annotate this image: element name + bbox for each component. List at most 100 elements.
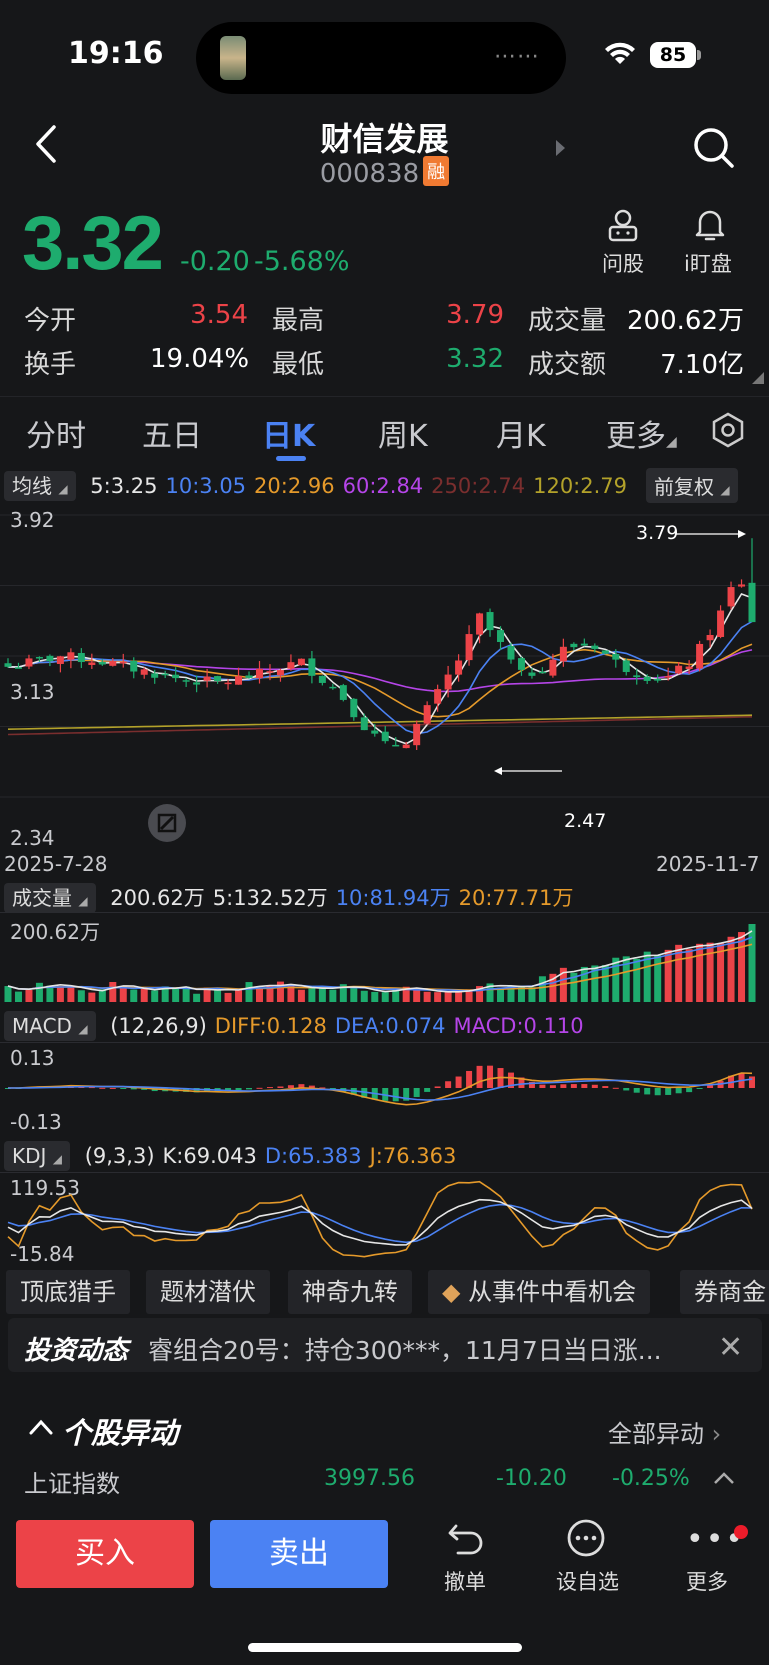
candle-body [549,659,557,676]
tab-five-day[interactable]: 五日 [142,411,202,455]
feature-broker[interactable]: 券商金 [680,1270,769,1314]
chevron-up-icon[interactable] [712,1470,736,1486]
candle-body [109,661,117,666]
high-marker-label: 3.79 [636,522,679,544]
volume-selector[interactable]: 成交量 ◢ [4,883,96,913]
candle-body [696,643,704,669]
volume-bar [371,991,379,1002]
candle-body [727,587,735,607]
candle-body [381,731,389,742]
volume-bar [748,924,756,1002]
tab-monthly-k[interactable]: 月K [496,411,546,455]
ask-stock-label[interactable]: 问股 [602,248,644,278]
volume-bar [706,942,714,1002]
tab-intraday[interactable]: 分时 [26,411,86,455]
macd-legend: MACD ◢ (12,26,9) DIFF:0.128 DEA:0.074 MACD:… [4,1011,584,1041]
news-ticker[interactable]: 投资动态 睿组合20号：持仓300***，11月7日当日涨... [8,1318,762,1372]
collapse-icon[interactable] [28,1418,54,1436]
notification-dot [734,1525,748,1539]
macd-bar [99,1087,106,1089]
stock-name: 财信发展 [320,120,449,158]
macd-bar [581,1084,588,1088]
more-label[interactable]: 更多 [686,1566,728,1596]
close-icon[interactable]: ✕ [718,1330,743,1365]
kdj-chart[interactable] [0,1172,769,1266]
macd-selector[interactable]: MACD ◢ [4,1011,96,1041]
price-change-pct: -5.68% [254,246,350,277]
bell-icon[interactable] [694,208,726,242]
expand-corner-icon[interactable] [752,372,764,384]
candle-body [497,630,505,642]
volume-bar [538,976,546,1002]
add-watchlist-icon[interactable] [566,1518,606,1558]
candle-body [717,610,725,637]
macd-bar [424,1088,431,1092]
candle-body [318,675,326,683]
feature-event-opportunity[interactable]: ◆ 从事件中看机会 [428,1270,651,1314]
volume-chart[interactable] [0,912,769,1004]
kline-chart[interactable] [0,505,769,850]
candle-body [287,662,295,669]
amount-value: 7.10亿 [660,350,744,380]
diamond-icon: ◆ [442,1278,461,1306]
feature-magic-nine[interactable]: 神奇九转 [288,1270,412,1314]
candle-body [119,661,127,664]
search-icon[interactable] [692,126,736,170]
index-pct: -0.25% [612,1466,690,1491]
candle-body [329,686,337,689]
macd-bar [707,1085,714,1088]
candle-body [476,613,484,635]
volume-bar [109,982,117,1002]
draw-tool-button[interactable] [148,804,186,842]
tab-weekly-k[interactable]: 周K [378,411,428,455]
ma-selector[interactable]: 均线 ◢ [4,471,76,501]
undo-icon[interactable] [446,1520,486,1558]
chart-tabs: 分时 五日 日K 周K 月K 更多◢ [0,396,769,464]
volume-item: 10:81.94万 [335,886,451,910]
candle-body [643,676,651,681]
watchlist-label[interactable]: 设自选 [556,1566,619,1596]
all-alerts-link[interactable]: 全部异动 › [608,1414,721,1449]
candle-body [402,744,410,749]
buy-button[interactable]: 买入 [16,1520,194,1588]
candle-body [507,645,515,660]
ask-stock-icon[interactable] [606,208,640,242]
feature-bottom-hunter[interactable]: 顶底猎手 [6,1270,130,1314]
news-text[interactable]: 睿组合20号：持仓300***，11月7日当日涨... [148,1331,668,1367]
candle-body [25,658,33,667]
watch-label[interactable]: i盯盘 [684,248,732,278]
macd-chart[interactable] [0,1042,769,1134]
macd-bar [392,1088,399,1102]
home-indicator [248,1643,522,1652]
tab-daily-k[interactable]: 日K [262,411,315,455]
volume-bar [612,957,620,1002]
undo-label[interactable]: 撤单 [444,1566,486,1596]
candle-body [654,678,662,681]
macd-bar [675,1088,682,1094]
dynamic-island: ⋯⋯ [196,22,566,94]
audio-waveform-icon: ⋯⋯ [494,44,540,69]
candle-body [413,723,421,746]
candle-body [77,652,85,663]
candle-body [601,650,609,654]
volume-bar [172,987,180,1002]
volume-bar [56,986,64,1002]
high-value: 3.79 [446,300,504,330]
kdj-selector[interactable]: KDJ ◢ [4,1141,71,1171]
macd-bar [235,1088,242,1091]
macd-bar [602,1086,609,1088]
volume-bar [224,992,232,1002]
adjust-selector[interactable]: 前复权 ◢ [646,468,738,503]
sell-button[interactable]: 卖出 [210,1520,388,1588]
tab-more[interactable]: 更多◢ [606,411,677,455]
macd-bar [623,1088,630,1091]
candle-body [738,584,746,587]
candle-body [538,671,546,674]
candle-body [434,689,442,704]
settings-icon[interactable] [710,412,746,448]
macd-values: (12,26,9) DIFF:0.128 DEA:0.074 MACD:0.110 [102,1014,583,1038]
pencil-icon [157,813,177,833]
macd-bar [570,1084,577,1088]
next-stock-icon[interactable] [556,140,565,156]
feature-theme-ambush[interactable]: 题材潜伏 [146,1270,270,1314]
